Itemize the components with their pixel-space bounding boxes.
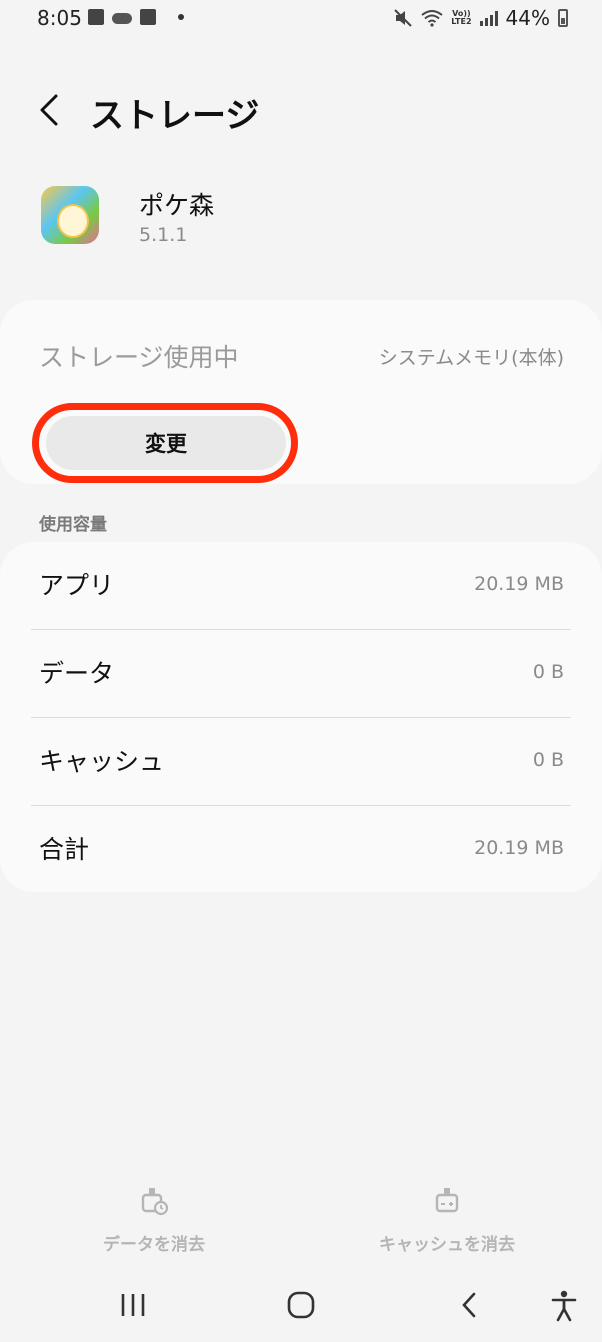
usage-value: 20.19 MB [474, 573, 564, 595]
clear-data-label: データを消去 [103, 1235, 205, 1255]
usage-value: 20.19 MB [474, 837, 564, 859]
battery-percent: 44% [505, 6, 550, 30]
clock-app-icon [140, 9, 156, 25]
app-name: ポケ森 [139, 191, 215, 220]
clear-cache-label: キャッシュを消去 [379, 1235, 515, 1255]
more-notifications-icon [178, 14, 184, 20]
usage-label: アプリ [39, 571, 115, 600]
status-bar: 8:05 Vo)) LTE2 44% [0, 0, 602, 38]
app-version: 5.1.1 [139, 224, 188, 246]
battery-icon [558, 9, 568, 27]
usage-label: データ [39, 659, 115, 688]
usage-value: 0 B [532, 749, 564, 771]
accessibility-icon[interactable] [550, 1290, 578, 1322]
clear-data-button[interactable]: データを消去 [54, 1186, 254, 1255]
clear-cache-button[interactable]: キャッシュを消去 [347, 1186, 547, 1255]
app-icon [41, 186, 99, 244]
usage-card: アプリ 20.19 MB データ 0 B キャッシュ 0 B 合計 20.19 … [0, 542, 602, 892]
usage-label: 合計 [39, 835, 90, 864]
storage-location-label: ストレージ使用中 [39, 343, 239, 372]
page-title: ストレージ [90, 96, 260, 136]
mute-icon [394, 9, 412, 27]
usage-label: キャッシュ [39, 747, 165, 776]
system-status-icons: Vo)) LTE2 44% [393, 6, 568, 30]
home-icon[interactable] [286, 1291, 316, 1319]
cloud-icon [112, 13, 132, 24]
usage-value: 0 B [532, 661, 564, 683]
status-time: 8:05 [37, 6, 82, 30]
usage-row-data: データ 0 B [0, 630, 602, 718]
clear-cache-icon [435, 1188, 459, 1213]
notification-icons [88, 9, 184, 25]
wifi-icon [421, 10, 443, 27]
signal-icon [479, 10, 498, 26]
usage-row-app: アプリ 20.19 MB [0, 542, 602, 630]
gallery-icon [88, 9, 104, 25]
back-nav-icon[interactable] [458, 1291, 482, 1319]
storage-location-value: システムメモリ(本体) [378, 347, 564, 369]
usage-section-title: 使用容量 [39, 515, 107, 535]
recent-apps-icon[interactable] [118, 1292, 148, 1318]
app-icon-character [57, 204, 89, 238]
navigation-bar [0, 1278, 602, 1338]
volte-lte-indicator: Vo)) LTE2 [451, 9, 472, 26]
back-arrow-icon[interactable] [36, 92, 66, 128]
change-storage-button[interactable]: 変更 [46, 416, 286, 470]
usage-row-total: 合計 20.19 MB [0, 806, 602, 894]
usage-row-cache: キャッシュ 0 B [0, 718, 602, 806]
clear-data-icon [141, 1188, 169, 1216]
